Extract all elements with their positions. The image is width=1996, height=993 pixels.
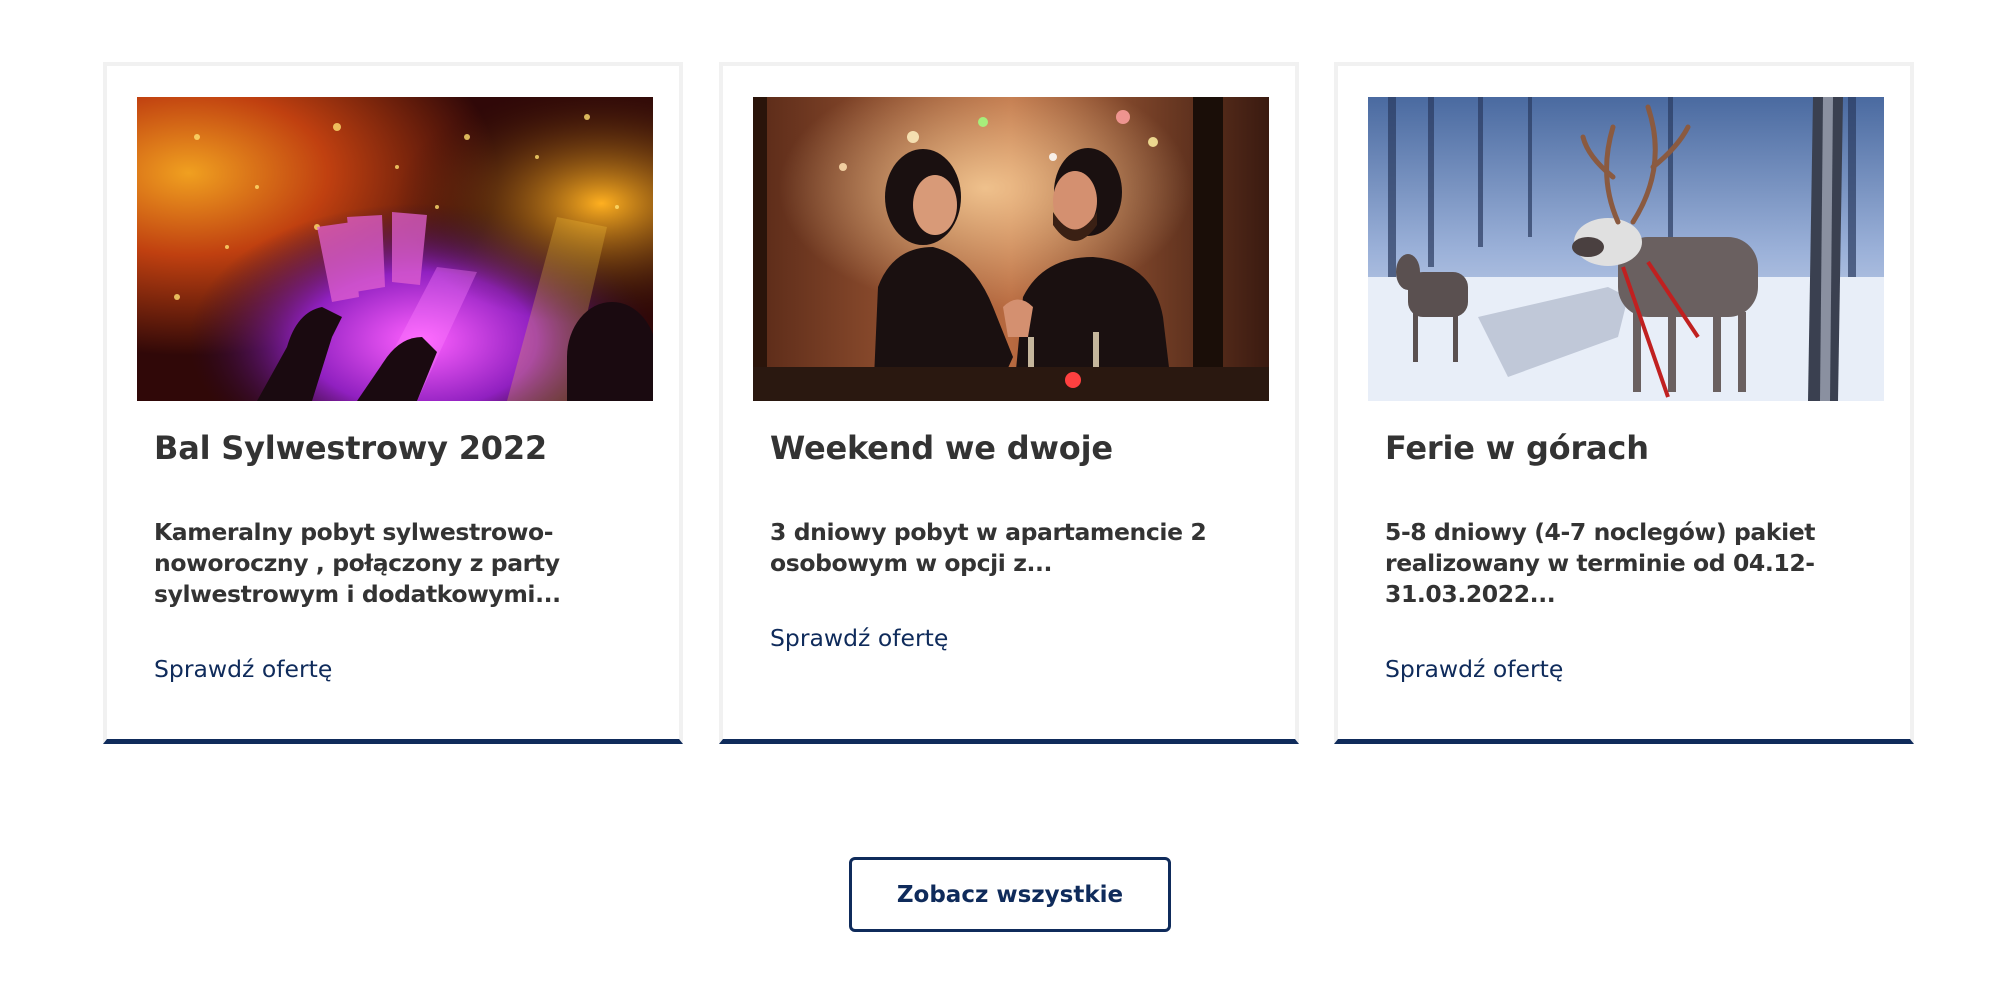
offer-description: 5-8 dniowy (4-7 noclegów) pakiet realizo…	[1385, 518, 1816, 608]
offer-description: Kameralny pobyt sylwestrowo-noworoczny ,…	[154, 518, 561, 608]
offer-title[interactable]: Weekend we dwoje	[770, 429, 1270, 467]
offer-image-winter[interactable]	[1368, 97, 1884, 401]
offer-title[interactable]: Ferie w górach	[1385, 429, 1885, 467]
offer-title[interactable]: Bal Sylwestrowy 2022	[154, 429, 654, 467]
offer-image-new-year[interactable]	[137, 97, 653, 401]
offer-card-winter[interactable]: Ferie w górach 5-8 dniowy (4-7 noclegów)…	[1334, 62, 1914, 744]
offer-card-weekend[interactable]: Weekend we dwoje 3 dniowy pobyt w aparta…	[719, 62, 1299, 744]
check-offer-link[interactable]: Sprawdź ofertę	[154, 655, 332, 683]
offers-section: Bal Sylwestrowy 2022 Kameralny pobyt syl…	[0, 0, 1996, 993]
check-offer-link[interactable]: Sprawdź ofertę	[1385, 655, 1563, 683]
check-offer-link[interactable]: Sprawdź ofertę	[770, 624, 948, 652]
offer-description: 3 dniowy pobyt w apartamencie 2 osobowym…	[770, 518, 1207, 577]
see-all-button[interactable]: Zobacz wszystkie	[849, 857, 1171, 932]
offer-image-weekend[interactable]	[753, 97, 1269, 401]
offer-card-new-year[interactable]: Bal Sylwestrowy 2022 Kameralny pobyt syl…	[103, 62, 683, 744]
